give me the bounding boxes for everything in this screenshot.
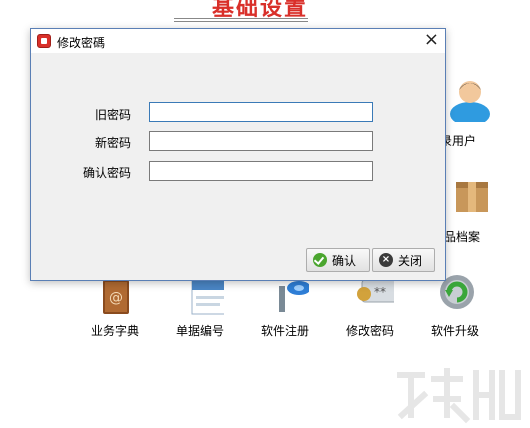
dialog-titlebar[interactable]: 修改密碼 × <box>31 29 445 53</box>
old-password-label: 旧密码 <box>94 108 131 122</box>
user-icon <box>444 74 492 126</box>
svg-text:@: @ <box>109 290 123 306</box>
new-password-label: 新密码 <box>94 136 131 150</box>
confirm-button-label: 确认 <box>332 253 357 268</box>
check-circle-icon <box>313 253 327 267</box>
header-underline <box>174 18 308 19</box>
tile-label: 软件注册 <box>261 324 310 338</box>
close-button-label: 关闭 <box>398 253 423 268</box>
tile-label: 品档案 <box>444 230 481 244</box>
change-password-dialog: 修改密碼 × 旧密码 新密码 确认密码 确认 × 关闭 <box>30 28 446 281</box>
tile-label: 单据编号 <box>176 324 225 338</box>
close-icon[interactable]: × <box>424 31 439 49</box>
old-password-input[interactable] <box>149 102 373 122</box>
watermark-logo <box>394 365 524 425</box>
new-password-input[interactable] <box>149 131 373 151</box>
close-button[interactable]: × 关闭 <box>372 248 435 272</box>
svg-text:**: ** <box>374 285 386 299</box>
close-circle-icon: × <box>379 253 393 267</box>
tile-label: 业务字典 <box>91 324 140 338</box>
header-underline <box>174 21 308 22</box>
app-logo-icon <box>37 34 51 48</box>
tile-label: 软件升级 <box>431 324 480 338</box>
confirm-password-label: 确认密码 <box>82 166 131 180</box>
confirm-password-input[interactable] <box>149 161 373 181</box>
confirm-button[interactable]: 确认 <box>306 248 370 272</box>
box-icon <box>444 178 492 226</box>
tile-label: 修改密码 <box>346 324 395 338</box>
dialog-title: 修改密碼 <box>57 36 106 50</box>
